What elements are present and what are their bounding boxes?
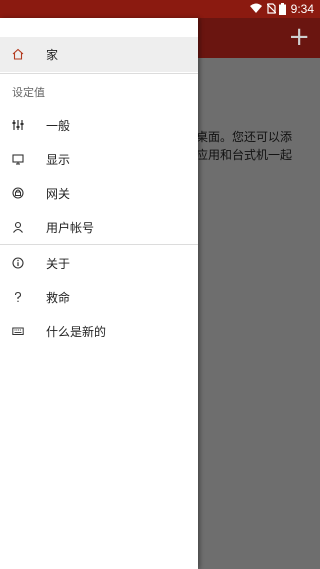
nav-item-user-account[interactable]: 用户帐号 [0, 210, 198, 244]
keyboard-icon [10, 323, 26, 339]
nav-item-about[interactable]: 关于 [0, 246, 198, 280]
no-sim-icon [266, 3, 277, 17]
nav-item-general[interactable]: 一般 [0, 108, 198, 142]
divider [0, 244, 198, 245]
nav-item-whats-new[interactable]: 什么是新的 [0, 314, 198, 348]
monitor-icon [10, 151, 26, 167]
info-icon [10, 255, 26, 271]
nav-item-label: 关于 [46, 257, 71, 271]
status-bar: 9:34 [0, 0, 320, 18]
help-icon [10, 289, 26, 305]
sliders-icon [10, 117, 26, 133]
user-icon [10, 219, 26, 235]
status-time: 9:34 [290, 2, 314, 16]
nav-item-help[interactable]: 救命 [0, 280, 198, 314]
add-button[interactable]: + [288, 22, 310, 52]
home-icon [10, 46, 26, 62]
nav-item-gateway[interactable]: 网关 [0, 176, 198, 210]
section-header-settings: 设定值 [12, 86, 45, 99]
nav-item-label: 用户帐号 [46, 221, 95, 235]
divider [0, 73, 198, 74]
navigation-drawer: 家 设定值 一般 显示 网关 用户帐号 关于 救命 什么是新的 [0, 18, 198, 569]
nav-item-label: 显示 [46, 153, 71, 167]
nav-item-label: 家 [46, 48, 59, 62]
nav-item-display[interactable]: 显示 [0, 142, 198, 176]
nav-item-label: 网关 [46, 187, 71, 201]
nav-item-label: 什么是新的 [46, 325, 107, 339]
nav-item-home[interactable]: 家 [0, 37, 198, 72]
gateway-icon [10, 185, 26, 201]
nav-item-label: 一般 [46, 119, 71, 133]
battery-icon [279, 3, 286, 18]
wifi-icon [250, 3, 262, 17]
nav-item-label: 救命 [46, 291, 71, 305]
